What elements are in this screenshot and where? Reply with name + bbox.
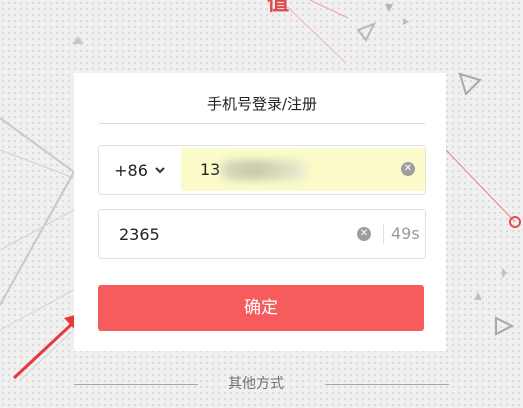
- country-code-select[interactable]: +86: [99, 146, 181, 194]
- divider-line-left: [74, 384, 198, 385]
- phone-row: +86 ✕: [98, 145, 426, 195]
- clear-code-icon[interactable]: ✕: [357, 227, 371, 241]
- left-line: [0, 209, 75, 251]
- chevron-down-icon: [155, 167, 165, 174]
- red-line: [309, 0, 349, 19]
- vertical-divider: [383, 224, 384, 244]
- triangle-outline: [458, 72, 482, 96]
- triangle-outline: [495, 316, 515, 336]
- left-chevron-line: [0, 117, 76, 306]
- other-methods-divider: 其他方式: [0, 374, 523, 394]
- top-logo-glyph: 值: [266, 0, 289, 16]
- verification-code-input[interactable]: [119, 210, 319, 258]
- small-triangle: [474, 292, 482, 300]
- triangle-outline: [356, 22, 377, 42]
- small-triangle: [385, 4, 393, 12]
- confirm-button[interactable]: 确定: [98, 285, 424, 331]
- phone-input-wrapper: ✕: [181, 148, 425, 191]
- clear-phone-icon[interactable]: ✕: [401, 162, 415, 176]
- masked-phone-digits: [221, 160, 307, 180]
- red-line: [445, 149, 516, 223]
- resend-countdown: 49s: [391, 224, 420, 243]
- code-row: ✕ 49s: [98, 209, 426, 259]
- login-card: 手机号登录/注册 +86 ✕ ✕ 49s 确定: [74, 73, 446, 351]
- left-line: [19, 329, 75, 381]
- other-methods-label[interactable]: 其他方式: [228, 374, 284, 394]
- divider-line-right: [325, 384, 449, 385]
- country-code: +86: [114, 160, 148, 180]
- small-triangle: [403, 18, 409, 25]
- left-line: [0, 289, 75, 331]
- small-triangle: [72, 36, 84, 44]
- card-title: 手机号登录/注册: [99, 73, 425, 124]
- arrow-shaft: [12, 320, 76, 380]
- small-triangle: [502, 268, 507, 278]
